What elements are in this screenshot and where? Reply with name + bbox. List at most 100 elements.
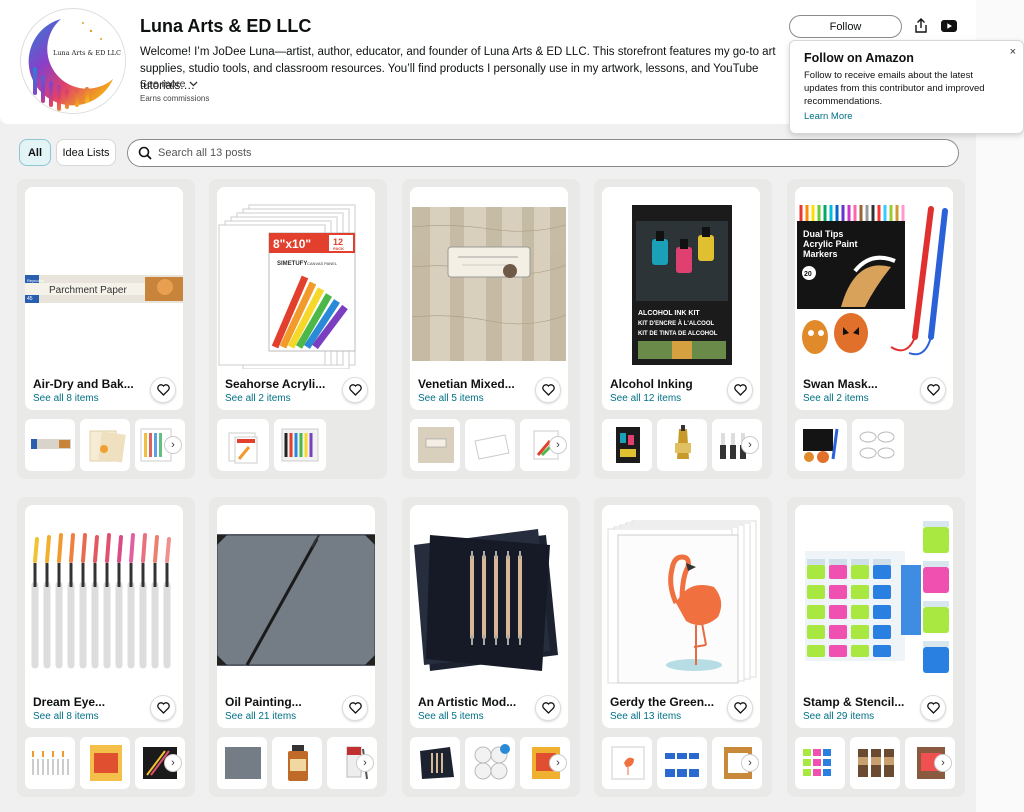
idea-list-card[interactable]: Dual Tips Acrylic Paint Markers 20 Swan …: [787, 179, 965, 479]
product-thumbnail[interactable]: [272, 737, 322, 789]
product-image: [217, 505, 375, 687]
product-thumbnail[interactable]: ›: [712, 419, 762, 471]
save-button[interactable]: [535, 695, 561, 721]
see-all-link[interactable]: See all 13 items: [610, 711, 681, 722]
see-all-link[interactable]: See all 5 items: [418, 711, 484, 722]
product-thumbnail[interactable]: [80, 419, 130, 471]
see-all-link[interactable]: See all 8 items: [33, 711, 99, 722]
follow-button[interactable]: Follow: [789, 15, 902, 38]
product-thumbnail[interactable]: ›: [520, 419, 570, 471]
chevron-right-icon[interactable]: ›: [741, 436, 759, 454]
card-main[interactable]: Dream Eye... See all 8 items: [25, 505, 183, 728]
see-more-link[interactable]: See more: [140, 78, 198, 90]
chevron-down-icon: [189, 81, 197, 87]
card-main[interactable]: Parchment Paper Reynolds 45 Air-Dry and …: [25, 187, 183, 410]
see-all-link[interactable]: See all 8 items: [33, 393, 99, 404]
product-thumbnail[interactable]: [410, 419, 460, 471]
save-button[interactable]: [727, 695, 753, 721]
idea-list-card[interactable]: An Artistic Mod... See all 5 items ›: [402, 497, 580, 797]
chevron-right-icon[interactable]: ›: [934, 754, 952, 772]
save-button[interactable]: [920, 695, 946, 721]
product-thumbnail[interactable]: ›: [712, 737, 762, 789]
product-thumbnail[interactable]: [465, 737, 515, 789]
chevron-right-icon[interactable]: ›: [549, 436, 567, 454]
save-button[interactable]: [727, 377, 753, 403]
image-caption: Parchment Paper: [49, 285, 127, 296]
chevron-right-icon[interactable]: ›: [164, 436, 182, 454]
product-thumbnail[interactable]: [657, 419, 707, 471]
see-all-link[interactable]: See all 5 items: [418, 393, 484, 404]
product-thumbnail[interactable]: [274, 419, 326, 471]
card-main[interactable]: Oil Painting... See all 21 items: [217, 505, 375, 728]
see-all-link[interactable]: See all 29 items: [803, 711, 874, 722]
card-main[interactable]: ALCOHOL INK KIT KIT D'ENCRE À L'ALCOOL K…: [602, 187, 760, 410]
see-all-link[interactable]: See all 12 items: [610, 393, 681, 404]
learn-more-link[interactable]: Learn More: [804, 111, 1009, 122]
chevron-right-icon[interactable]: ›: [356, 754, 374, 772]
product-thumbnail[interactable]: [217, 419, 269, 471]
card-main[interactable]: Gerdy the Green... See all 13 items: [602, 505, 760, 728]
card-main[interactable]: Stamp & Stencil... See all 29 items: [795, 505, 953, 728]
product-thumbnail[interactable]: ›: [135, 737, 185, 789]
product-thumbnail[interactable]: [852, 419, 904, 471]
product-image: Dual Tips Acrylic Paint Markers 20: [795, 187, 953, 369]
save-button[interactable]: [342, 695, 368, 721]
product-image: [602, 505, 760, 687]
idea-list-card[interactable]: Oil Painting... See all 21 items ›: [209, 497, 387, 797]
heart-icon: [348, 384, 362, 396]
chevron-right-icon[interactable]: ›: [741, 754, 759, 772]
save-button[interactable]: [150, 377, 176, 403]
search-input[interactable]: [158, 147, 858, 159]
save-button[interactable]: [150, 695, 176, 721]
product-thumbnail[interactable]: [795, 737, 845, 789]
product-thumbnail[interactable]: ›: [327, 737, 377, 789]
chevron-right-icon[interactable]: ›: [549, 754, 567, 772]
product-thumbnail[interactable]: ›: [135, 419, 185, 471]
card-title: Dream Eye...: [33, 695, 106, 709]
product-thumbnail[interactable]: [80, 737, 130, 789]
product-thumbnail[interactable]: [602, 419, 652, 471]
save-button[interactable]: [342, 377, 368, 403]
earns-commissions-label: Earns commissions: [140, 94, 210, 103]
product-thumbnail[interactable]: [465, 419, 515, 471]
logo-text: Luna Arts & ED LLC: [53, 49, 121, 57]
product-thumbnail[interactable]: ›: [520, 737, 570, 789]
card-main[interactable]: Venetian Mixed... See all 5 items: [410, 187, 568, 410]
card-main[interactable]: 8"x10" 12 PACK SIMETUFY CANVAS PANEL Sea…: [217, 187, 375, 410]
product-thumbnail[interactable]: ›: [905, 737, 955, 789]
product-thumbnail[interactable]: [795, 419, 847, 471]
chevron-right-icon[interactable]: ›: [164, 754, 182, 772]
card-main[interactable]: Dual Tips Acrylic Paint Markers 20 Swan …: [795, 187, 953, 410]
idea-list-card[interactable]: 8"x10" 12 PACK SIMETUFY CANVAS PANEL Sea…: [209, 179, 387, 479]
search-bar[interactable]: [127, 139, 959, 167]
see-all-link[interactable]: See all 21 items: [225, 711, 296, 722]
product-thumbnail[interactable]: [25, 737, 75, 789]
see-all-link[interactable]: See all 2 items: [225, 393, 291, 404]
card-main[interactable]: An Artistic Mod... See all 5 items: [410, 505, 568, 728]
filter-all-tab[interactable]: All: [19, 139, 51, 166]
product-thumbnail[interactable]: [410, 737, 460, 789]
product-thumbnail[interactable]: [25, 419, 75, 471]
product-image: 8"x10" 12 PACK SIMETUFY CANVAS PANEL: [217, 187, 375, 369]
save-button[interactable]: [920, 377, 946, 403]
idea-list-card[interactable]: Dream Eye... See all 8 items ›: [17, 497, 195, 797]
thumbnail-strip: ›: [602, 737, 762, 789]
see-all-link[interactable]: See all 2 items: [803, 393, 869, 404]
idea-list-card[interactable]: Stamp & Stencil... See all 29 items ›: [787, 497, 965, 797]
product-thumbnail[interactable]: [657, 737, 707, 789]
share-button[interactable]: [910, 15, 932, 37]
heart-icon: [926, 702, 940, 714]
filter-idea-lists-tab[interactable]: Idea Lists: [56, 139, 116, 166]
search-icon: [138, 146, 152, 160]
youtube-button[interactable]: [938, 15, 960, 37]
save-button[interactable]: [535, 377, 561, 403]
idea-list-card[interactable]: Parchment Paper Reynolds 45 Air-Dry and …: [17, 179, 195, 479]
share-icon: [915, 18, 927, 33]
product-thumbnail[interactable]: [850, 737, 900, 789]
idea-list-card[interactable]: Gerdy the Green... See all 13 items ›: [594, 497, 772, 797]
product-thumbnail[interactable]: [602, 737, 652, 789]
idea-list-card[interactable]: Venetian Mixed... See all 5 items ›: [402, 179, 580, 479]
popover-close-button[interactable]: ×: [1010, 46, 1016, 58]
idea-list-card[interactable]: ALCOHOL INK KIT KIT D'ENCRE À L'ALCOOL K…: [594, 179, 772, 479]
product-thumbnail[interactable]: [217, 737, 267, 789]
